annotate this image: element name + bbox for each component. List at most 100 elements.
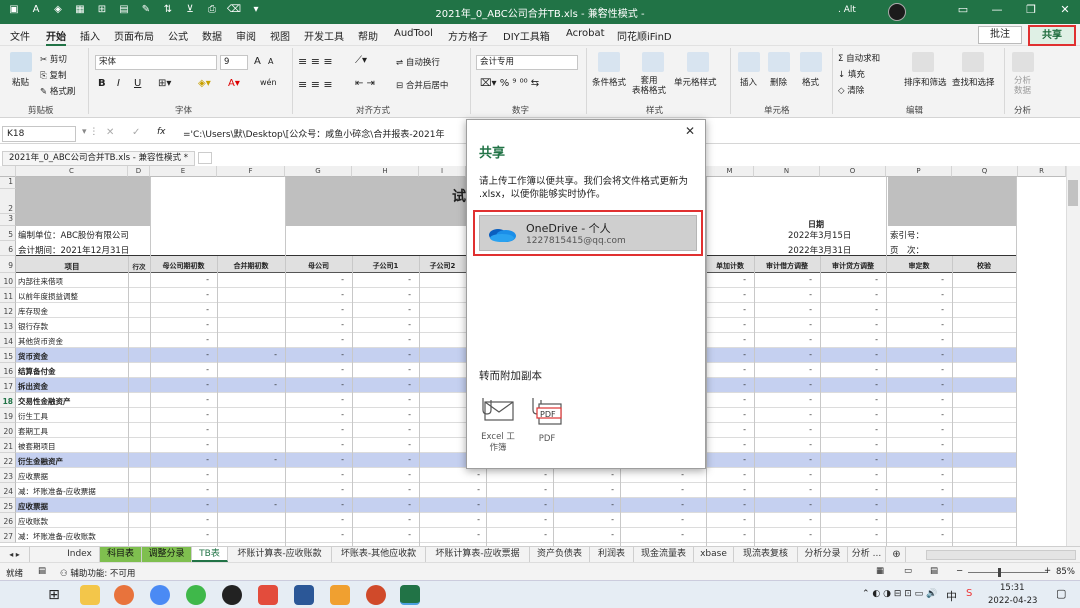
column-header[interactable]: H — [352, 166, 419, 177]
column-header[interactable]: F — [217, 166, 285, 177]
cell-value[interactable]: - — [930, 275, 944, 284]
cell-value[interactable]: - — [195, 410, 209, 419]
cell-value[interactable]: - — [330, 275, 344, 284]
cell-value[interactable]: - — [732, 275, 746, 284]
cell-value[interactable]: - — [397, 380, 411, 389]
tab-diy[interactable]: DIY工具箱 — [503, 28, 550, 43]
dialog-close-button[interactable]: ✕ — [685, 124, 695, 138]
cell-value[interactable]: - — [732, 410, 746, 419]
font-name-select[interactable]: 宋体 — [95, 55, 217, 70]
name-box-dropdown-icon[interactable]: ▾ ⋮ — [82, 127, 98, 137]
cell-value[interactable]: - — [330, 350, 344, 359]
accessibility-status[interactable]: ⚇ 辅助功能: 不可用 — [60, 567, 135, 579]
column-header[interactable]: I — [419, 166, 466, 177]
cell-value[interactable]: - — [798, 530, 812, 539]
cell-value[interactable]: - — [330, 320, 344, 329]
cell-value[interactable]: - — [263, 350, 277, 359]
sheet-tab-cash-review[interactable]: 现流表复核 — [734, 547, 798, 562]
row-header[interactable]: 23 — [0, 468, 16, 483]
cell-value[interactable]: - — [798, 470, 812, 479]
row-header[interactable]: 11 — [0, 288, 16, 303]
cell-value[interactable]: - — [330, 290, 344, 299]
bold-button[interactable]: B — [98, 78, 106, 89]
cut-button[interactable]: ✂ 剪切 — [40, 53, 67, 65]
cell-value[interactable]: - — [330, 305, 344, 314]
insert-cells-button[interactable]: 插入 — [740, 76, 757, 88]
excel-attach-label[interactable]: Excel 工作簿 — [477, 432, 519, 454]
cell-value[interactable]: - — [930, 455, 944, 464]
cell-value[interactable]: - — [930, 320, 944, 329]
sort-filter-button[interactable]: 排序和筛选 — [904, 76, 947, 88]
cell-value[interactable]: - — [798, 455, 812, 464]
excel-attach-icon[interactable] — [481, 396, 515, 422]
fill-button[interactable]: ↓ 填充 — [838, 68, 865, 80]
column-header[interactable]: M — [706, 166, 754, 177]
cell-value[interactable]: - — [732, 530, 746, 539]
zoom-in-icon[interactable]: + — [1044, 566, 1051, 576]
cell-value[interactable]: - — [670, 515, 684, 524]
tab-audtool[interactable]: AudTool — [394, 28, 433, 39]
cell-value[interactable]: - — [732, 320, 746, 329]
row-header[interactable]: 19 — [0, 408, 16, 423]
row-header[interactable]: 26 — [0, 513, 16, 528]
cell-value[interactable]: - — [930, 335, 944, 344]
phonetic-button[interactable]: wén — [260, 78, 277, 87]
add-sheet-icon[interactable]: ⊕ — [888, 547, 906, 562]
fill-color-button[interactable]: ◈▾ — [198, 78, 211, 89]
cell-value[interactable]: - — [533, 485, 547, 494]
cell-value[interactable]: - — [397, 395, 411, 404]
cell-value[interactable]: - — [864, 305, 878, 314]
cell-value[interactable]: - — [798, 380, 812, 389]
cell-styles-button[interactable]: 单元格样式 — [674, 76, 717, 88]
tab-help[interactable]: 帮助 — [358, 28, 378, 43]
font-color-button[interactable]: A▾ — [228, 78, 240, 89]
tab-developer[interactable]: 开发工具 — [304, 28, 344, 43]
sheet-nav-icon[interactable]: ◂ ▸ — [0, 547, 30, 562]
select-all-corner[interactable] — [0, 166, 16, 177]
column-header[interactable]: Q — [952, 166, 1018, 177]
clock-time[interactable]: 15:31 — [1000, 583, 1025, 593]
tab-formulas[interactable]: 公式 — [168, 28, 188, 43]
sheet-tab-adjustments[interactable]: 调整分录 — [142, 547, 192, 562]
cell-value[interactable]: - — [533, 470, 547, 479]
row-header[interactable]: 15 — [0, 348, 16, 363]
cell-value[interactable]: - — [263, 380, 277, 389]
cell-value[interactable]: - — [330, 515, 344, 524]
cell-value[interactable]: - — [864, 515, 878, 524]
macro-record-icon[interactable]: ▤ — [38, 566, 46, 576]
sheet-tab-index[interactable]: Index — [60, 547, 100, 562]
row-header[interactable]: 18 — [0, 393, 16, 408]
cell-value[interactable]: - — [330, 380, 344, 389]
cell-value[interactable]: - — [533, 500, 547, 509]
cell-value[interactable]: - — [732, 485, 746, 494]
cell-value[interactable]: - — [600, 485, 614, 494]
cell-value[interactable]: - — [732, 380, 746, 389]
cell-value[interactable]: - — [930, 425, 944, 434]
conditional-format-button[interactable]: 条件格式 — [592, 76, 626, 88]
tab-page-layout[interactable]: 页面布局 — [114, 28, 154, 43]
find-select-button[interactable]: 查找和选择 — [952, 76, 995, 88]
cell-value[interactable]: - — [864, 470, 878, 479]
row-header[interactable]: 21 — [0, 438, 16, 453]
cell-value[interactable]: - — [670, 470, 684, 479]
cell-value[interactable]: - — [732, 515, 746, 524]
row-header[interactable]: 9 — [0, 256, 16, 273]
align-top-icon[interactable]: ≡ ≡ ≡ — [298, 55, 333, 68]
cell-value[interactable]: - — [263, 455, 277, 464]
zoom-out-icon[interactable]: − — [956, 566, 963, 576]
vertical-scroll-thumb[interactable] — [1068, 180, 1078, 206]
cell-value[interactable]: - — [930, 500, 944, 509]
qq-icon[interactable] — [222, 585, 242, 605]
excel-icon[interactable] — [400, 585, 420, 605]
align-left-icon[interactable]: ≡ ≡ ≡ — [298, 78, 333, 91]
cell-value[interactable]: - — [864, 335, 878, 344]
cell-value[interactable]: - — [195, 365, 209, 374]
cell-value[interactable]: - — [397, 470, 411, 479]
cell-value[interactable]: - — [397, 425, 411, 434]
workbook-tab[interactable]: 2021年_0_ABC公司合并TB.xls - 兼容性模式 * — [2, 151, 195, 166]
cell-value[interactable]: - — [195, 485, 209, 494]
cell-value[interactable]: - — [397, 455, 411, 464]
tab-fangfang[interactable]: 方方格子 — [448, 28, 488, 43]
analyze-data-icon[interactable] — [1012, 52, 1034, 72]
zoom-level[interactable]: 85% — [1056, 567, 1075, 577]
